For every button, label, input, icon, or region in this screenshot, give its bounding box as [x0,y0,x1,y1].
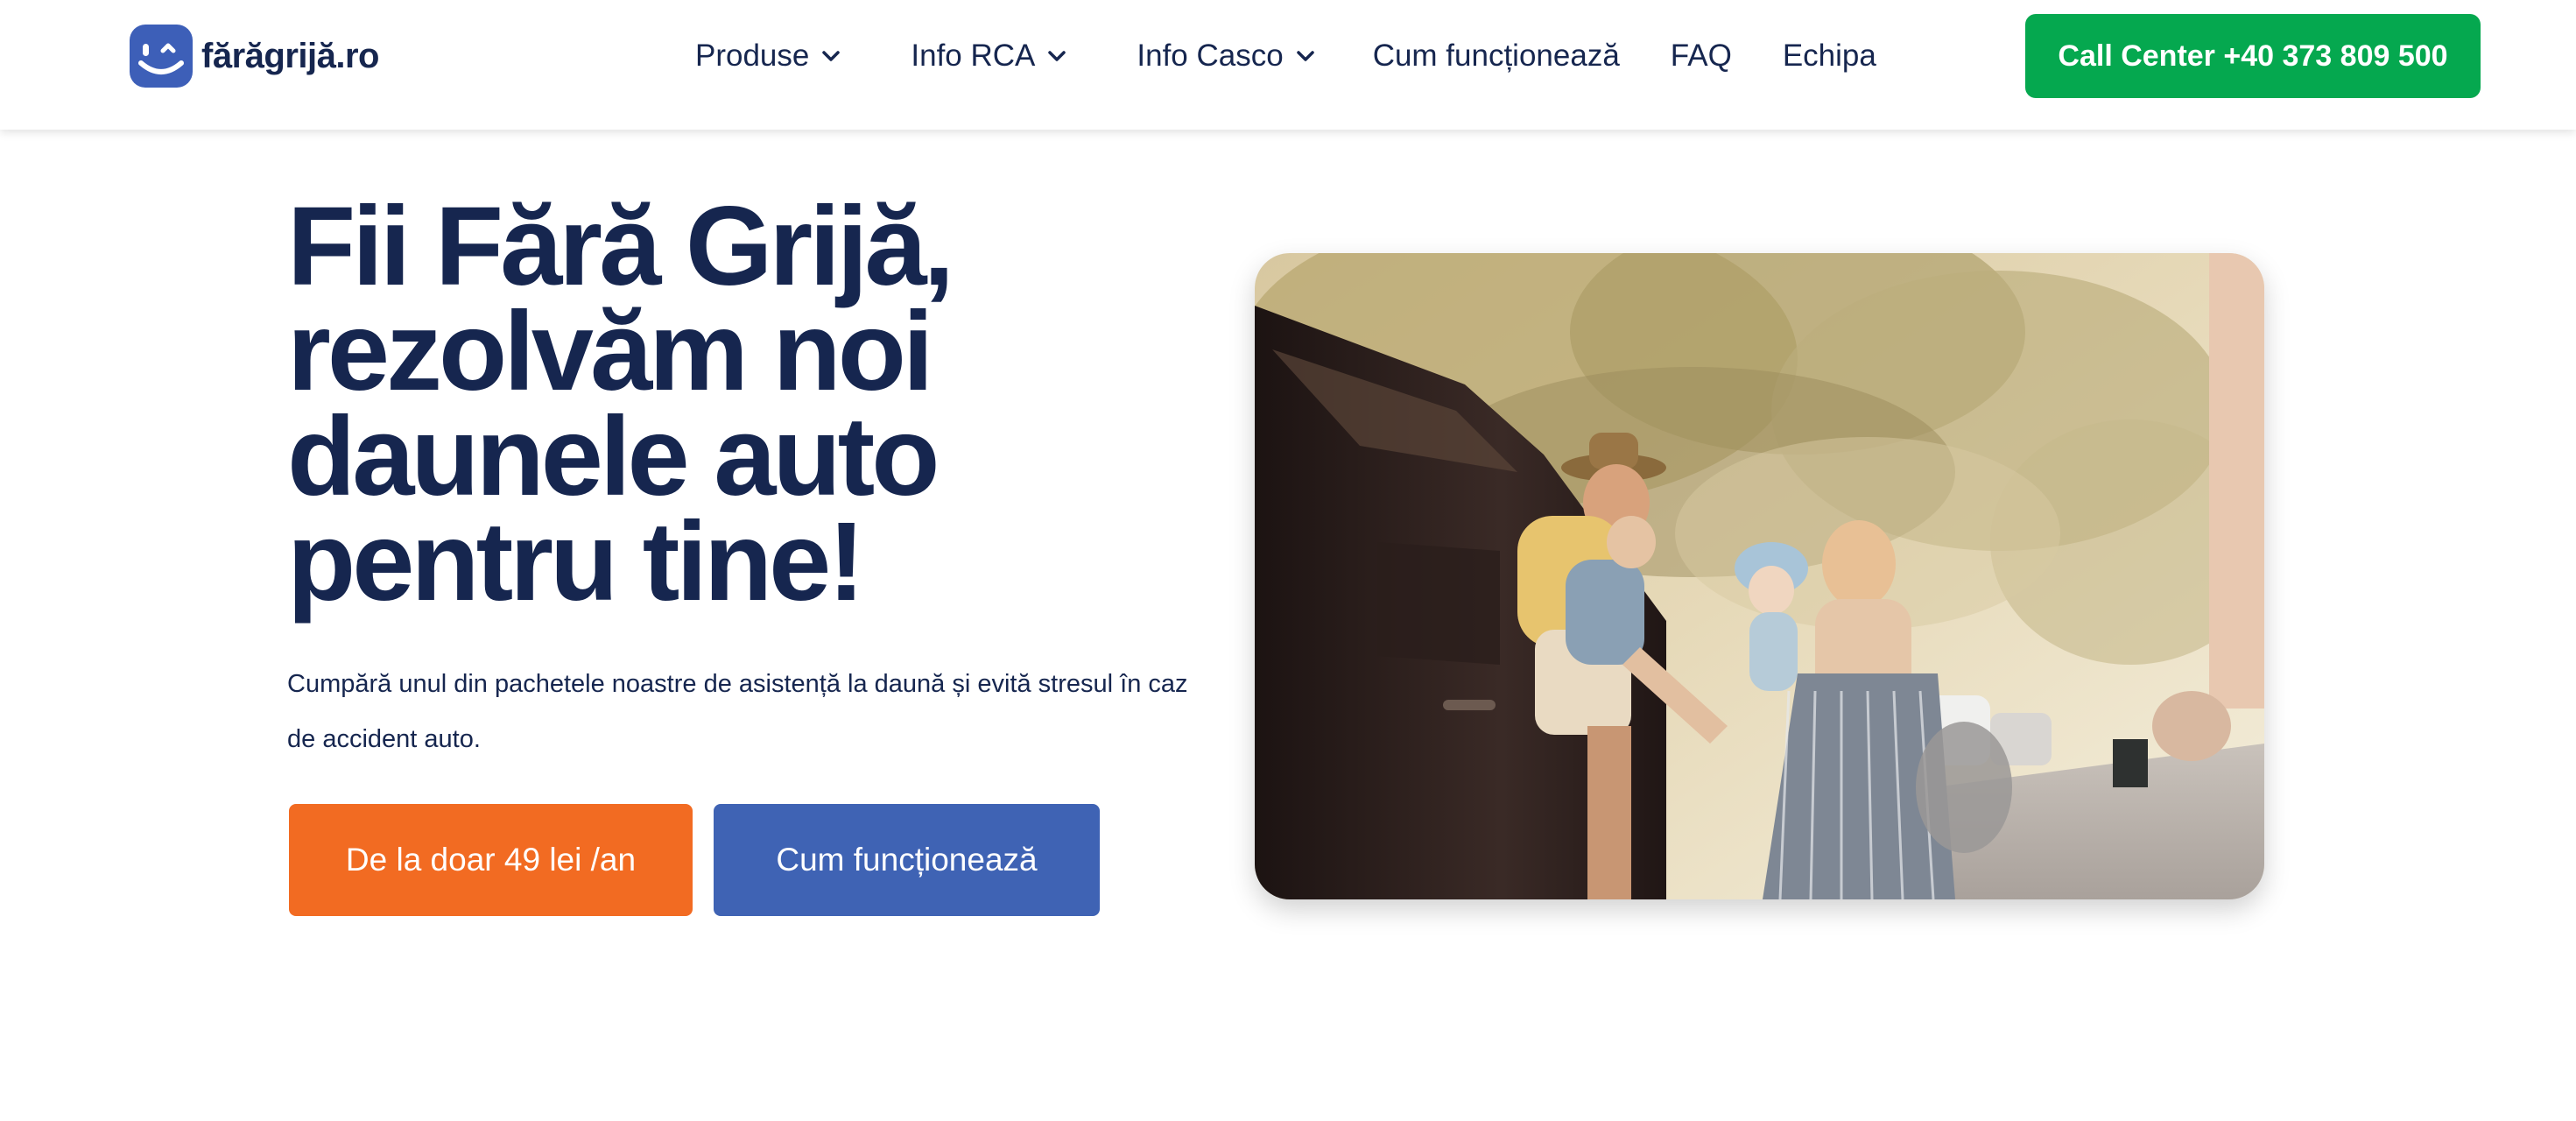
nav-item-echipa[interactable]: Echipa [1783,33,1876,79]
logo-text: fărăgrijă.ro [201,36,379,75]
site-header: fărăgrijă.ro Produse Info RCA Info Casco… [0,0,2576,130]
main-nav: Produse Info RCA Info Casco Cum funcțion… [695,33,1876,79]
chevron-down-icon [1296,51,1314,61]
hero-title-line: pentru tine! [287,499,865,624]
nav-item-produse[interactable]: Produse [695,33,841,79]
nav-item-label: Produse [695,39,810,73]
hero-family-car-photo [1255,253,2264,899]
nav-item-label: Info Casco [1137,39,1284,73]
call-center-button[interactable]: Call Center +40 373 809 500 [2025,14,2481,98]
price-button[interactable]: De la doar 49 lei /an [289,804,693,916]
site-logo[interactable]: fărăgrijă.ro [130,25,379,88]
how-it-works-button[interactable]: Cum funcționează [714,804,1100,916]
nav-item-faq[interactable]: FAQ [1671,33,1732,79]
winking-smiley-icon [130,25,193,88]
nav-item-label: Info RCA [911,39,1036,73]
nav-item-info-casco[interactable]: Info Casco [1137,33,1314,79]
chevron-down-icon [1048,51,1066,61]
nav-item-info-rca[interactable]: Info RCA [911,33,1066,79]
hero-subtitle-line: Cumpără unul din pachetele noastre de as… [287,670,1188,698]
nav-item-label: Cum funcționează [1372,39,1620,73]
nav-item-label: Echipa [1782,39,1876,73]
nav-item-cum-functioneaza[interactable]: Cum funcționează [1373,33,1620,79]
hero-subtitle: Cumpără unul din pachetele noastre de as… [287,657,1207,767]
hero-title: Fii Fără Grijă, rezolvăm noi daunele aut… [287,191,1005,618]
hero-subtitle-line: de accident auto. [287,725,481,753]
chevron-down-icon [822,51,841,61]
nav-item-label: FAQ [1670,39,1732,73]
